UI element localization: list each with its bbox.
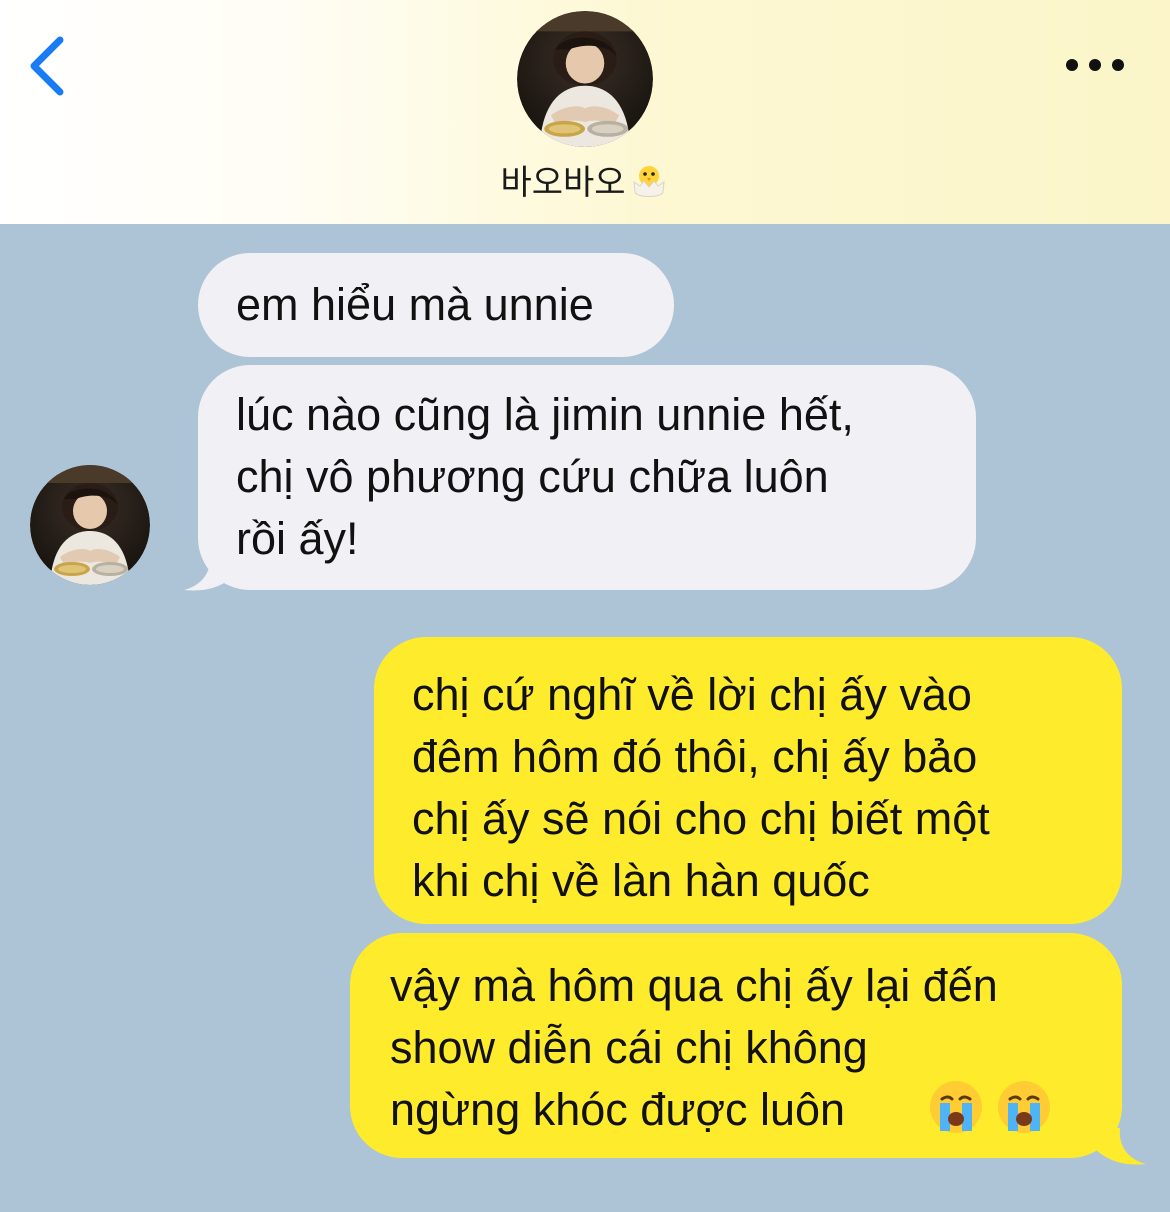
message-text: lúc nào cũng là jimin unnie hết, chị vô … — [236, 389, 854, 564]
chevron-left-icon — [30, 36, 64, 96]
ellipsis-icon — [1066, 59, 1124, 71]
loudly-crying-face-icon — [930, 1081, 982, 1133]
message-text: em hiểu mà unnie — [236, 279, 594, 330]
contact-avatar[interactable] — [517, 11, 653, 147]
sent-message[interactable]: chị cứ nghĩ về lời chị ấy vào đêm hôm đó… — [374, 637, 1122, 924]
hatching-chick-icon — [632, 166, 665, 197]
chat-header: 바오바오 — [0, 0, 1170, 224]
received-message[interactable]: em hiểu mà unnie — [198, 253, 674, 357]
sent-message[interactable]: vậy mà hôm qua chị ấy lại đến show diễn … — [350, 933, 1122, 1158]
contact-photo — [517, 11, 653, 147]
loudly-crying-face-icon — [998, 1081, 1050, 1133]
back-button[interactable] — [22, 30, 82, 100]
contact-name[interactable]: 바오바오 — [0, 155, 1170, 204]
sender-avatar[interactable] — [30, 465, 150, 585]
bubble-tail — [1094, 1128, 1146, 1165]
sender-photo — [30, 465, 150, 585]
contact-name-label: 바오바오 — [500, 164, 626, 202]
bubble-tail — [184, 554, 236, 591]
received-message[interactable]: lúc nào cũng là jimin unnie hết, chị vô … — [198, 365, 976, 590]
message-thread[interactable]: em hiểu mà unnie lúc nào cũng là jimin u… — [0, 224, 1170, 1212]
more-options-button[interactable] — [1060, 50, 1130, 80]
message-text: chị cứ nghĩ về lời chị ấy vào đêm hôm đó… — [412, 669, 990, 906]
